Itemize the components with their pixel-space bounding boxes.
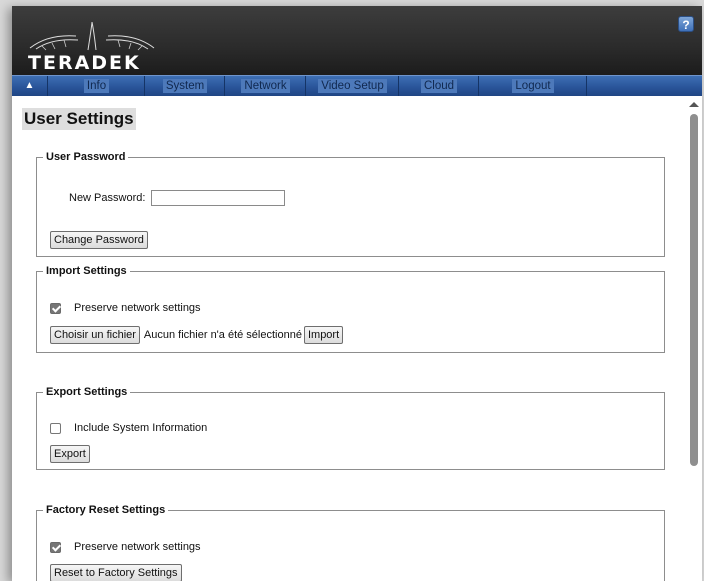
scroll-thumb[interactable] [690, 114, 698, 466]
home-icon[interactable]: ▲ [12, 76, 48, 96]
include-system-info-checkbox[interactable] [50, 422, 61, 434]
user-password-legend: User Password [46, 151, 126, 163]
export-settings-section: Export Settings Include System Informati… [36, 386, 665, 470]
include-system-info-label: Include System Information [74, 422, 208, 434]
nav-network-label: Network [241, 79, 290, 93]
change-password-button[interactable]: Change Password [50, 231, 148, 249]
nav-system[interactable]: System [146, 76, 225, 96]
choose-file-button[interactable]: Choisir un fichier [50, 326, 140, 344]
export-settings-legend: Export Settings [46, 386, 128, 398]
content-area: User Settings User Password New Password… [12, 96, 686, 581]
logo-wings-icon [29, 22, 155, 51]
import-settings-section: Import Settings Preserve network setting… [36, 265, 665, 353]
page-title: User Settings [22, 108, 136, 130]
reset-preserve-checkbox[interactable] [50, 541, 61, 553]
no-file-text: Aucun fichier n'a été sélectionné [143, 329, 302, 341]
nav-logout-label: Logout [512, 79, 554, 93]
browser-window: TERADEK ? ▲ Info System Network Video Se… [12, 6, 702, 581]
teradek-logo: TERADEK [28, 22, 158, 74]
nav-info[interactable]: Info [49, 76, 145, 96]
import-button[interactable]: Import [303, 326, 344, 344]
vertical-scrollbar[interactable] [686, 96, 702, 581]
nav-info-label: Info [83, 79, 110, 93]
new-password-label: New Password: [69, 192, 146, 204]
nav-cloud-label: Cloud [420, 79, 458, 93]
scroll-up-arrow-icon[interactable] [689, 102, 699, 107]
user-password-section: User Password New Password: Change Passw… [36, 151, 665, 257]
import-preserve-checkbox[interactable] [50, 302, 61, 314]
main-nav: ▲ Info System Network Video Setup Cloud … [12, 75, 702, 96]
reset-preserve-label: Preserve network settings [74, 541, 201, 553]
import-preserve-label: Preserve network settings [74, 302, 201, 314]
nav-network[interactable]: Network [226, 76, 306, 96]
nav-logout[interactable]: Logout [480, 76, 587, 96]
nav-video-setup-label: Video Setup [318, 79, 387, 93]
nav-video-setup[interactable]: Video Setup [307, 76, 399, 96]
logo-text: TERADEK [28, 52, 141, 74]
factory-reset-legend: Factory Reset Settings [46, 504, 166, 516]
factory-reset-section: Factory Reset Settings Preserve network … [36, 504, 665, 581]
import-settings-legend: Import Settings [46, 265, 127, 277]
help-icon[interactable]: ? [678, 16, 694, 32]
new-password-input[interactable] [151, 190, 286, 206]
nav-system-label: System [162, 79, 208, 93]
nav-cloud[interactable]: Cloud [400, 76, 479, 96]
header-bar: TERADEK ? [12, 6, 702, 75]
export-button[interactable]: Export [50, 445, 90, 463]
reset-factory-button[interactable]: Reset to Factory Settings [50, 564, 182, 581]
